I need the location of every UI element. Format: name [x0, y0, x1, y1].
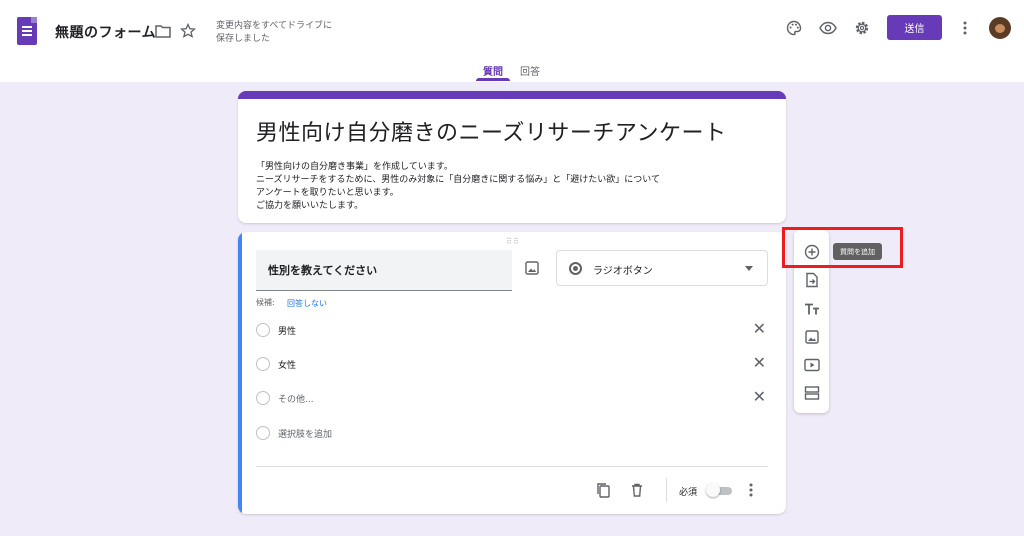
- trash-icon[interactable]: [629, 482, 645, 498]
- radio-icon: [256, 391, 270, 405]
- required-toggle[interactable]: [706, 483, 734, 497]
- description-line: 「男性向けの自分磨き事業」を作成しています。: [256, 162, 453, 172]
- send-button[interactable]: 送信: [887, 15, 942, 40]
- add-section-icon[interactable]: [803, 384, 820, 401]
- form-title-card[interactable]: 男性向け自分磨きのニーズリサーチアンケート 「男性向けの自分磨き事業」を作成して…: [238, 91, 786, 223]
- radio-icon: [256, 357, 270, 371]
- add-title-icon[interactable]: [803, 300, 820, 317]
- more-vert-icon[interactable]: [745, 481, 757, 499]
- add-option-row[interactable]: 選択肢を追加: [256, 423, 766, 443]
- save-status: 変更内容をすべてドライブに 保存しました: [216, 20, 332, 46]
- close-icon[interactable]: ✕: [753, 355, 766, 371]
- option-label[interactable]: 男性: [278, 324, 296, 337]
- option-label[interactable]: その他...: [278, 392, 314, 405]
- required-label: 必須: [679, 488, 698, 498]
- forms-logo-icon[interactable]: [17, 17, 37, 45]
- palette-icon[interactable]: [786, 20, 802, 36]
- question-card[interactable]: ⠿⠿ 性別を教えてください ラジオボタン 候補: 回答しない 男性 ✕ 女性 ✕…: [238, 232, 786, 514]
- add-image-icon[interactable]: [525, 260, 539, 275]
- suggestion-link[interactable]: 回答しない: [287, 298, 327, 309]
- option-row[interactable]: 女性 ✕: [256, 354, 766, 374]
- active-tab-indicator: [476, 78, 510, 81]
- more-vert-icon[interactable]: [959, 20, 971, 36]
- eye-icon[interactable]: [819, 21, 837, 35]
- dropdown-caret-icon: [745, 266, 753, 271]
- divider: [256, 466, 768, 467]
- highlight-annotation: [782, 227, 903, 268]
- option-label[interactable]: 女性: [278, 358, 296, 371]
- avatar[interactable]: [989, 17, 1011, 39]
- description-line: アンケートを取りたいと思います。: [256, 188, 399, 198]
- folder-icon[interactable]: [155, 24, 171, 38]
- save-status-line2: 保存しました: [216, 34, 271, 44]
- radio-button-icon: [569, 262, 582, 275]
- description-line: ニーズリサーチをするために、男性のみ対象に「自分磨きに関する悩み」と「避けたい欲…: [256, 175, 661, 185]
- radio-icon: [256, 323, 270, 337]
- question-title-input[interactable]: 性別を教えてください: [256, 250, 512, 291]
- import-questions-icon[interactable]: [803, 271, 820, 288]
- close-icon[interactable]: ✕: [753, 321, 766, 337]
- duplicate-icon[interactable]: [595, 482, 611, 498]
- option-row[interactable]: 男性 ✕: [256, 320, 766, 340]
- form-title[interactable]: 男性向け自分磨きのニーズリサーチアンケート: [256, 115, 727, 147]
- tab-responses[interactable]: 回答: [520, 63, 540, 78]
- add-video-icon[interactable]: [803, 356, 820, 373]
- description-line: ご協力を願いいたします。: [256, 201, 364, 211]
- close-icon[interactable]: ✕: [753, 389, 766, 405]
- app-header: 無題のフォーム 変更内容をすべてドライブに 保存しました 送信 質問 回答: [0, 0, 1024, 82]
- add-image-icon[interactable]: [803, 328, 820, 345]
- form-description[interactable]: 「男性向けの自分磨き事業」を作成しています。 ニーズリサーチをするために、男性の…: [256, 161, 660, 213]
- toggle-thumb: [706, 483, 720, 497]
- radio-icon: [256, 426, 270, 440]
- document-title[interactable]: 無題のフォーム: [55, 22, 156, 42]
- star-icon[interactable]: [180, 23, 196, 39]
- gear-icon[interactable]: [854, 20, 870, 36]
- divider: [666, 478, 667, 502]
- suggestion-label: 候補:: [256, 298, 275, 307]
- drag-handle-icon[interactable]: ⠿⠿: [506, 237, 520, 246]
- tab-questions[interactable]: 質問: [483, 63, 503, 78]
- question-type-dropdown[interactable]: ラジオボタン: [556, 250, 768, 286]
- save-status-line1: 変更内容をすべてドライブに: [216, 21, 333, 31]
- add-option-label[interactable]: 選択肢を追加: [278, 427, 332, 440]
- question-type-label: ラジオボタン: [593, 266, 653, 277]
- option-row[interactable]: その他... ✕: [256, 388, 766, 408]
